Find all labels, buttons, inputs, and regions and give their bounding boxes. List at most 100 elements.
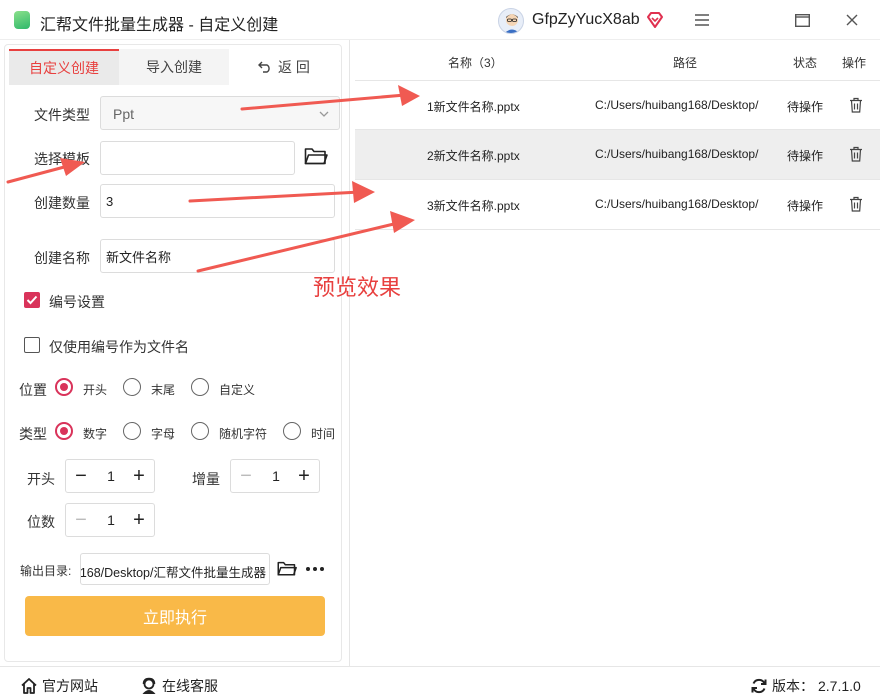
file-name-cell: 2新文件名称.pptx [427,149,520,163]
check-icon [26,295,38,305]
position-radio-custom[interactable] [191,378,209,396]
position-radio-start[interactable] [55,378,73,396]
column-header-action: 操作 [842,56,867,70]
numbering-checkbox[interactable] [24,292,40,308]
table-row[interactable]: 2新文件名称.pptx C:/Users/huibang168/Desktop/… [355,130,880,180]
type-option-time: 时间 [311,427,336,441]
refresh-icon [751,678,767,694]
trash-icon[interactable] [849,97,863,113]
template-field[interactable] [101,142,294,174]
vip-diamond-icon[interactable] [645,10,665,30]
column-header-path: 路径 [673,56,698,70]
close-icon[interactable] [840,8,864,32]
folder-icon[interactable] [304,146,328,166]
digits-stepper[interactable]: − 1 + [65,503,155,537]
only-number-checkbox[interactable] [24,337,40,353]
output-dir-label: 输出目录: [20,564,72,578]
version-info[interactable]: 版本： 2.7.1.0 [750,676,861,696]
only-number-label: 仅使用编号作为文件名 [49,339,189,355]
name-label: 创建名称 [34,250,90,266]
column-header-status: 状态 [793,56,818,70]
file-type-label: 文件类型 [34,107,90,123]
maximize-icon[interactable] [790,8,814,32]
username[interactable]: GfpZyYucX8ab [532,11,640,29]
count-label: 创建数量 [34,195,90,211]
template-label: 选择模板 [34,151,90,167]
type-label: 类型 [19,426,47,442]
file-path-cell: C:/Users/huibang168/Desktop/ [595,98,759,112]
template-input[interactable] [100,141,295,175]
file-type-value: Ppt [113,106,135,122]
back-button[interactable]: 返 回 [229,49,339,85]
version-label: 版本： [772,678,814,694]
menu-icon[interactable] [690,8,714,32]
file-type-select[interactable]: Ppt [100,96,340,130]
type-radio-random[interactable] [191,422,209,440]
numbering-label: 编号设置 [49,294,105,310]
digits-label: 位数 [27,514,55,530]
type-radio-time[interactable] [283,422,301,440]
online-support-label: 在线客服 [162,678,218,694]
online-support-link[interactable]: 在线客服 [140,676,218,696]
digits-increment-button[interactable]: + [124,504,154,536]
output-dir-value: 168/Desktop/汇帮文件批量生成器 [80,566,266,580]
home-icon [21,678,37,694]
increment-label: 增量 [192,471,220,487]
file-name-cell: 1新文件名称.pptx [427,100,520,114]
position-option-start: 开头 [83,383,108,397]
tab-import-create[interactable]: 导入创建 [119,49,229,85]
increment-decrement-button[interactable]: − [231,460,261,492]
output-folder-icon[interactable] [277,560,297,577]
app-logo-icon [14,11,30,29]
type-option-number: 数字 [83,427,108,441]
chevron-down-icon [319,111,329,117]
column-header-name: 名称（3） [448,56,503,70]
type-radio-letter[interactable] [123,422,141,440]
table-row[interactable]: 3新文件名称.pptx C:/Users/huibang168/Desktop/… [355,180,880,230]
output-dir-field[interactable]: 168/Desktop/汇帮文件批量生成器 [80,553,270,585]
run-now-button[interactable]: 立即执行 [25,596,325,636]
file-path-cell: C:/Users/huibang168/Desktop/ [595,197,759,211]
position-option-end: 末尾 [151,383,176,397]
count-field[interactable] [101,185,334,217]
position-option-custom: 自定义 [219,383,256,397]
official-website-link[interactable]: 官方网站 [20,676,98,696]
file-status-cell: 待操作 [787,199,824,213]
start-increment-button[interactable]: + [124,460,154,492]
back-label: 返 回 [278,59,310,75]
footer-bar: 官方网站 在线客服 版本： 2.7.1.0 [0,666,880,700]
trash-icon[interactable] [849,196,863,212]
avatar[interactable] [498,8,524,34]
digits-decrement-button[interactable]: − [66,504,96,536]
increment-stepper[interactable]: − 1 + [230,459,320,493]
name-field[interactable] [101,240,334,272]
file-name-cell: 3新文件名称.pptx [427,199,520,213]
type-option-letter: 字母 [151,427,176,441]
table-row[interactable]: 1新文件名称.pptx C:/Users/huibang168/Desktop/… [355,80,880,130]
window-title: 汇帮文件批量生成器 - 自定义创建 [40,17,279,34]
increment-increment-button[interactable]: + [289,460,319,492]
preview-annotation: 预览效果 [313,275,402,300]
name-input[interactable] [100,239,335,273]
version-value: 2.7.1.0 [818,678,861,694]
increment-value: 1 [272,468,280,484]
file-status-cell: 待操作 [787,100,824,114]
start-decrement-button[interactable]: − [66,460,96,492]
position-radio-end[interactable] [123,378,141,396]
file-path-cell: C:/Users/huibang168/Desktop/ [595,147,759,161]
type-radio-number[interactable] [55,422,73,440]
title-bar: 汇帮文件批量生成器 - 自定义创建 GfpZyYucX8ab [0,0,880,40]
digits-value: 1 [107,512,115,528]
tab-bar: 自定义创建 导入创建 返 回 [9,49,339,85]
start-stepper[interactable]: − 1 + [65,459,155,493]
more-options-icon[interactable] [304,562,326,576]
count-input[interactable] [100,184,335,218]
trash-icon[interactable] [849,146,863,162]
position-label: 位置 [19,382,47,398]
file-status-cell: 待操作 [787,149,824,163]
start-label: 开头 [27,471,55,487]
support-agent-icon [142,677,156,694]
tab-custom-create[interactable]: 自定义创建 [9,49,119,85]
official-website-label: 官方网站 [42,678,98,694]
undo-arrow-icon [258,61,270,73]
